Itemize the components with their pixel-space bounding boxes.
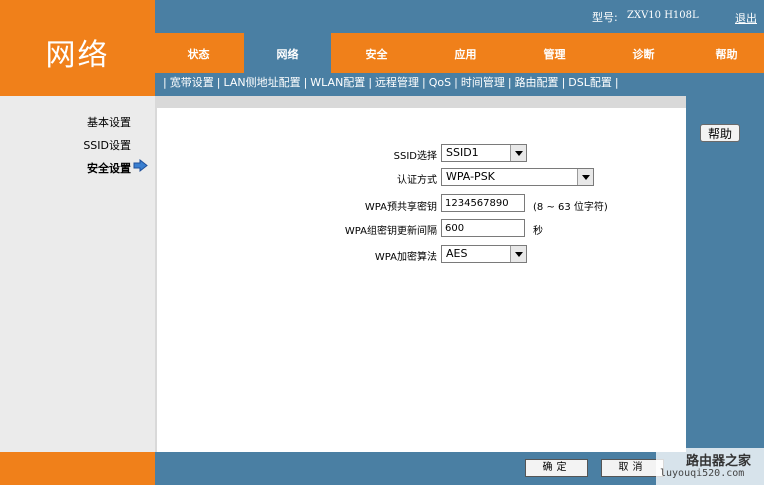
rekey-interval-label: WPA组密钥更新间隔	[344, 226, 437, 237]
chevron-down-icon	[510, 145, 526, 161]
auth-method-label: 认证方式	[397, 175, 437, 186]
right-column	[686, 96, 764, 452]
auth-method-select[interactable]: WPA-PSK	[441, 168, 594, 186]
wpa-psk-input[interactable]	[441, 194, 525, 212]
submenu-dsl[interactable]: DSL配置	[568, 76, 612, 89]
submenu-lan-address[interactable]: LAN侧地址配置	[223, 76, 300, 89]
submenu-time-management[interactable]: 时间管理	[461, 76, 505, 89]
submenu-wlan[interactable]: WLAN配置	[310, 76, 365, 89]
model-label: 型号:	[592, 11, 618, 24]
rekey-interval-input[interactable]	[441, 219, 525, 237]
submenu-routing[interactable]: 路由配置	[515, 76, 559, 89]
footer-left	[0, 452, 155, 485]
ssid-select-label: SSID选择	[393, 151, 437, 162]
model-value: ZXV10 H108L	[627, 10, 699, 21]
wpa-psk-hint: (8 ~ 63 位字符)	[533, 202, 608, 213]
submenu-remote-management[interactable]: 远程管理	[375, 76, 419, 89]
watermark-title: 路由器之家	[686, 454, 752, 469]
wpa-psk-label: WPA预共享密钥	[364, 202, 437, 213]
submenu-broadband[interactable]: 宽带设置	[170, 76, 214, 89]
tab-security[interactable]: 安全	[333, 33, 420, 73]
wpa-cipher-select[interactable]: AES	[441, 245, 527, 263]
sidebar-item-security[interactable]: 安全设置	[0, 160, 131, 176]
ssid-select-value: SSID1	[446, 146, 479, 159]
tab-status[interactable]: 状态	[155, 33, 242, 73]
auth-method-value: WPA-PSK	[446, 170, 495, 183]
chevron-down-icon	[577, 169, 593, 185]
sub-navigation: | 宽带设置 | LAN侧地址配置 | WLAN配置 | 远程管理 | QoS | 时间管理 | 路由配置…	[163, 76, 619, 89]
wpa-cipher-value: AES	[446, 247, 468, 260]
help-button[interactable]: 帮助	[700, 124, 740, 142]
tab-management[interactable]: 管理	[511, 33, 598, 73]
logout-link[interactable]: 退出	[735, 10, 757, 26]
rekey-interval-unit: 秒	[533, 226, 543, 237]
cancel-button[interactable]: 取消	[601, 459, 664, 477]
ssid-select[interactable]: SSID1	[441, 144, 527, 162]
tab-help[interactable]: 帮助	[689, 33, 764, 73]
confirm-button[interactable]: 确定	[525, 459, 588, 477]
submenu-qos[interactable]: QoS	[429, 76, 451, 89]
tab-network[interactable]: 网络	[244, 33, 331, 73]
sidebar-item-ssid[interactable]: SSID设置	[0, 137, 131, 153]
page-title: 网络	[45, 38, 110, 73]
tab-application[interactable]: 应用	[422, 33, 509, 73]
arrow-right-icon	[133, 159, 148, 172]
tab-diagnostics[interactable]: 诊断	[600, 33, 687, 73]
sidebar-item-basic[interactable]: 基本设置	[0, 114, 131, 130]
wpa-cipher-label: WPA加密算法	[374, 252, 437, 263]
chevron-down-icon	[510, 246, 526, 262]
watermark-url: luyouqi520.com	[660, 468, 745, 479]
